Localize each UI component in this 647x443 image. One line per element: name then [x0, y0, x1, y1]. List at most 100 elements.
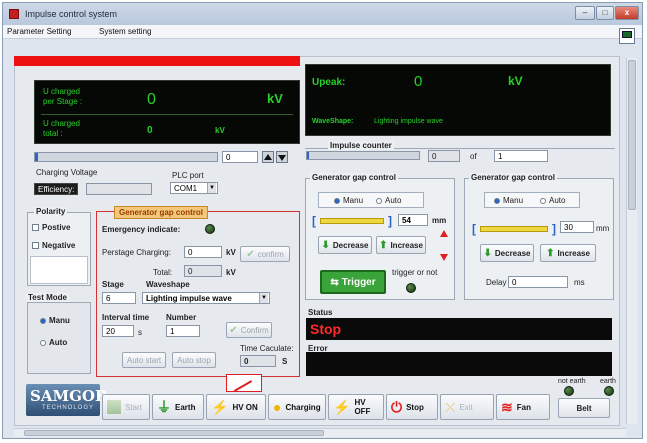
perstage-confirm-button[interactable]: ✔ confirm	[240, 246, 290, 262]
check-icon: ✔	[246, 248, 255, 260]
gap-mid-manu-radio[interactable]: Manu	[334, 196, 363, 205]
polarity-blank-area	[30, 256, 88, 284]
u-stage-label: U charged per Stage :	[43, 87, 83, 106]
plc-port-label: PLC port	[172, 171, 204, 180]
test-mode-auto-radio[interactable]: Auto	[40, 338, 67, 347]
perstage-unit: kV	[226, 248, 236, 257]
test-mode-manu-radio[interactable]: Manu	[40, 316, 70, 325]
upeak-display: Upeak: 0 kV WaveShape: Lighting impulse …	[305, 64, 611, 136]
auto-start-button[interactable]: Auto start	[122, 352, 166, 368]
charging-down-button[interactable]	[276, 151, 288, 163]
fan-icon: ≋	[501, 398, 513, 415]
arrow-up-green-icon: ⬆	[379, 239, 388, 251]
alarm-bar	[14, 56, 300, 66]
perstage-charging-label: Perstage Charging:	[102, 248, 171, 257]
charging-up-button[interactable]	[262, 151, 274, 163]
u-total-label: U charged total :	[43, 119, 80, 138]
gap-right-manu-radio[interactable]: Manu	[494, 196, 523, 205]
belt-button[interactable]: Belt	[558, 398, 610, 418]
charging-voltage-label: Charging Voltage	[36, 168, 98, 177]
efficiency-field[interactable]	[86, 183, 152, 195]
app-icon	[9, 9, 19, 19]
earth-button[interactable]: ⏚ Earth	[152, 394, 204, 420]
auto-stop-button[interactable]: Auto stop	[172, 352, 216, 368]
dropdown-arrow-icon: ▼	[259, 293, 268, 303]
close-button[interactable]: x	[615, 6, 639, 20]
interval-time-field[interactable]: 20	[102, 325, 134, 337]
fan-button[interactable]: ≋ Fan	[496, 394, 550, 420]
gap-right-auto-radio[interactable]: Auto	[540, 196, 565, 205]
polarity-title: Polarity	[34, 207, 68, 216]
check-icon: ✔	[229, 324, 238, 336]
hv-off-icon: ⚡	[333, 398, 351, 415]
waveshape-label: Waveshape	[146, 280, 190, 289]
arrow-down-green-icon: ⬇	[321, 239, 330, 251]
total-unit: kV	[226, 268, 236, 277]
negative-checkbox[interactable]: Negative	[32, 241, 75, 250]
horizontal-scrollbar[interactable]	[14, 428, 626, 437]
gap-mid-increase-button[interactable]: ⬆ Increase	[376, 236, 426, 254]
monitor-icon[interactable]	[619, 28, 635, 44]
exit-button[interactable]: ⛌ Exit	[440, 394, 494, 420]
delay-field[interactable]: 0	[508, 276, 568, 288]
status-label: Status	[308, 308, 333, 317]
time-calculate-field: 0	[240, 355, 276, 367]
confirm-button[interactable]: ✔ Confirm	[226, 322, 272, 338]
start-icon	[107, 400, 121, 414]
total-field: 0	[184, 265, 222, 277]
delay-label: Delay	[486, 278, 507, 287]
start-button[interactable]: Start	[102, 394, 150, 420]
u-total-value: 0	[147, 125, 153, 136]
positive-checkbox[interactable]: Postive	[32, 223, 70, 232]
vertical-scrollbar[interactable]	[626, 58, 637, 424]
impulse-counter-total-field[interactable]: 1	[494, 150, 548, 162]
stop-button[interactable]: ⏻ Stop	[386, 394, 438, 420]
arrow-down-green-icon: ⬇	[483, 247, 492, 259]
charging-button[interactable]: ● Charging	[268, 394, 326, 420]
maximize-button[interactable]: □	[596, 6, 614, 20]
number-field[interactable]: 1	[166, 325, 200, 337]
stage-label: Stage	[102, 280, 124, 289]
impulse-counter-of-label: of	[470, 152, 477, 161]
perstage-charging-field[interactable]: 0	[184, 246, 222, 258]
arrow-up-icon[interactable]	[440, 230, 448, 237]
power-off-icon: ⏻	[391, 398, 403, 415]
interval-time-label: Interval time	[102, 313, 150, 322]
gap-control-mid-title: Generator gap control	[310, 173, 399, 182]
time-unit: S	[282, 357, 288, 366]
menu-system-setting[interactable]: System setting	[99, 27, 151, 36]
test-mode-title: Test Mode	[26, 293, 69, 302]
samgor-logo: SAMGOR TECHNOLOGY	[26, 384, 107, 416]
trigger-button[interactable]: ⇆ Trigger	[320, 270, 386, 294]
hv-off-button[interactable]: ⚡ HV OFF	[328, 394, 384, 420]
u-stage-value: 0	[147, 91, 156, 108]
upeak-value: 0	[414, 73, 423, 90]
waveshape-select[interactable]: Lighting impulse wave ▼	[142, 292, 270, 304]
u-stage-unit: kV	[267, 91, 283, 106]
total-label: Total:	[153, 268, 173, 277]
hv-on-icon: ⚡	[211, 398, 229, 415]
emergency-indicator-led	[205, 224, 215, 234]
arrow-up-green-icon: ⬆	[546, 247, 555, 259]
menu-parameter-setting[interactable]: Parameter Setting	[7, 27, 71, 36]
charging-value-field[interactable]: 0	[222, 151, 258, 163]
gap-mid-value-field[interactable]: 54	[398, 214, 428, 226]
plc-port-select[interactable]: COM1 ▼	[170, 182, 218, 194]
gap-mid-auto-radio[interactable]: Auto	[376, 196, 401, 205]
not-earth-led	[564, 386, 574, 396]
minimize-button[interactable]: –	[575, 6, 595, 20]
trigger-icon: ⇆	[330, 276, 339, 288]
hv-on-button[interactable]: ⚡ HV ON	[206, 394, 266, 420]
gap-right-decrease-button[interactable]: ⬇ Decrease	[480, 244, 534, 262]
stage-field[interactable]: 6	[102, 292, 136, 304]
gap-right-value-field[interactable]: 30	[560, 221, 594, 233]
gap-right-slider[interactable]: []	[472, 222, 556, 236]
gap-mid-decrease-button[interactable]: ⬇ Decrease	[318, 236, 372, 254]
waveshape-display-value: Lighting impulse wave	[374, 118, 443, 125]
upeak-unit: kV	[508, 74, 523, 88]
gap-control-right-title: Generator gap control	[469, 173, 558, 182]
gap-right-increase-button[interactable]: ⬆ Increase	[540, 244, 596, 262]
arrow-down-icon[interactable]	[440, 254, 448, 261]
status-value: Stop	[310, 321, 342, 337]
gap-mid-slider[interactable]: []	[312, 214, 392, 228]
